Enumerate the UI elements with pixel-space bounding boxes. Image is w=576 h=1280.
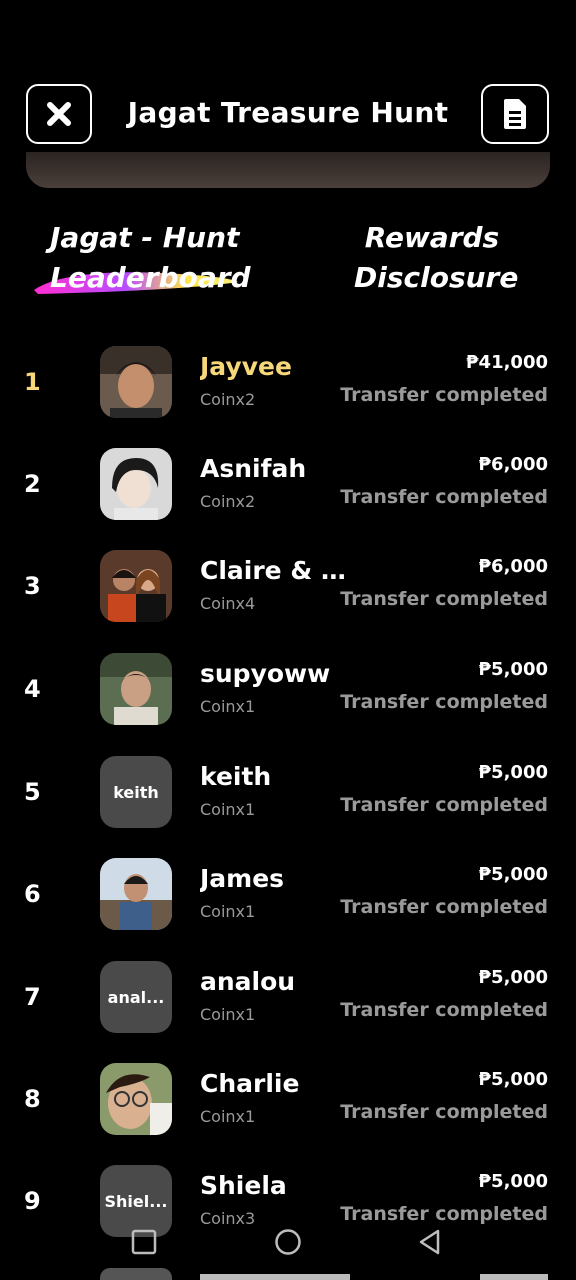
- next-row-peek: [0, 1268, 576, 1280]
- reward-amount: ₱5,000: [478, 1069, 548, 1090]
- avatar: [100, 1063, 172, 1135]
- user-sub: Coinx1: [200, 800, 256, 819]
- tab-leaderboard[interactable]: Jagat - Hunt Leaderboard: [50, 218, 251, 298]
- user-name: Jayvee: [200, 352, 292, 381]
- avatar: [100, 448, 172, 520]
- transfer-status: Transfer completed: [340, 794, 548, 816]
- user-sub: Coinx4: [200, 594, 256, 613]
- avatar: Shiel...: [100, 1165, 172, 1237]
- transfer-status: Transfer completed: [340, 486, 548, 508]
- square-icon[interactable]: [130, 1228, 158, 1256]
- document-button[interactable]: [481, 84, 549, 144]
- rank-number: 2: [24, 470, 41, 498]
- rank-number: 5: [24, 778, 41, 806]
- avatar: [100, 858, 172, 930]
- reward-amount: ₱5,000: [478, 1171, 548, 1192]
- close-icon: [47, 102, 71, 126]
- header: Jagat Treasure Hunt: [0, 0, 576, 160]
- close-button[interactable]: [26, 84, 92, 144]
- user-name: Asnifah: [200, 454, 307, 483]
- reward-amount: ₱6,000: [478, 454, 548, 475]
- reward-amount: ₱5,000: [478, 967, 548, 988]
- triangle-back-icon[interactable]: [416, 1228, 444, 1256]
- user-name: Claire & A...: [200, 556, 352, 585]
- circle-icon[interactable]: [274, 1228, 302, 1256]
- reward-amount: ₱41,000: [466, 352, 548, 373]
- transfer-status: Transfer completed: [340, 588, 548, 610]
- leaderboard-row[interactable]: 3 Claire & A... Coinx4 ₱6,000 Transfer c…: [0, 550, 576, 650]
- user-name: Shiela: [200, 1171, 287, 1200]
- tab-rewards-line1: Rewards: [364, 221, 500, 254]
- user-sub: Coinx2: [200, 492, 256, 511]
- transfer-status: Transfer completed: [340, 896, 548, 918]
- tab-leaderboard-line2: Leaderboard: [50, 261, 251, 294]
- user-name: James: [200, 864, 285, 893]
- avatar: [100, 653, 172, 725]
- user-name: supyoww: [200, 659, 331, 688]
- rank-number: 8: [24, 1085, 41, 1113]
- tab-leaderboard-line1: Jagat - Hunt: [50, 221, 240, 254]
- leaderboard-row[interactable]: 8 Charlie Coinx1 ₱5,000 Transfer complet…: [0, 1063, 576, 1163]
- reward-amount: ₱6,000: [478, 556, 548, 577]
- reward-amount: ₱5,000: [478, 762, 548, 783]
- user-sub: Coinx1: [200, 1107, 256, 1126]
- user-sub: Coinx1: [200, 697, 256, 716]
- reward-amount: ₱5,000: [478, 864, 548, 885]
- user-sub: Coinx1: [200, 1005, 256, 1024]
- rank-number: 6: [24, 880, 41, 908]
- transfer-status: Transfer completed: [340, 1101, 548, 1123]
- avatar: keith: [100, 756, 172, 828]
- tab-rewards-disclosure[interactable]: Rewards Disclosure: [354, 218, 519, 298]
- avatar: [100, 346, 172, 418]
- leaderboard-row[interactable]: 5 keith keith Coinx1 ₱5,000 Transfer com…: [0, 756, 576, 856]
- rank-number: 9: [24, 1187, 41, 1215]
- user-name: Charlie: [200, 1069, 300, 1098]
- leaderboard-row[interactable]: 6 James Coinx1 ₱5,000 Transfer completed: [0, 858, 576, 958]
- page-title: Jagat Treasure Hunt: [127, 96, 449, 129]
- user-name: keith: [200, 762, 272, 791]
- tab-rewards-line2: Disclosure: [354, 261, 519, 294]
- leaderboard-row[interactable]: 1 Jayvee Coinx2 ₱41,000 Transfer complet…: [0, 346, 576, 446]
- rank-number: 4: [24, 675, 41, 703]
- leaderboard-row[interactable]: 2 Asnifah Coinx2 ₱6,000 Transfer complet…: [0, 448, 576, 548]
- leaderboard-row[interactable]: 7 anal... analou Coinx1 ₱5,000 Transfer …: [0, 961, 576, 1061]
- avatar: [100, 550, 172, 622]
- document-icon: [504, 99, 526, 129]
- transfer-status: Transfer completed: [340, 691, 548, 713]
- transfer-status: Transfer completed: [340, 384, 548, 406]
- reward-amount: ₱5,000: [478, 659, 548, 680]
- user-name: analou: [200, 967, 296, 996]
- rank-number: 1: [24, 368, 41, 396]
- banner-strip: [26, 152, 550, 188]
- rank-number: 7: [24, 983, 41, 1011]
- user-sub: Coinx2: [200, 390, 256, 409]
- rank-number: 3: [24, 572, 41, 600]
- user-sub: Coinx3: [200, 1209, 256, 1228]
- transfer-status: Transfer completed: [340, 1203, 548, 1225]
- user-sub: Coinx1: [200, 902, 256, 921]
- transfer-status: Transfer completed: [340, 999, 548, 1021]
- leaderboard-row[interactable]: 4 supyoww Coinx1 ₱5,000 Transfer complet…: [0, 653, 576, 753]
- avatar: anal...: [100, 961, 172, 1033]
